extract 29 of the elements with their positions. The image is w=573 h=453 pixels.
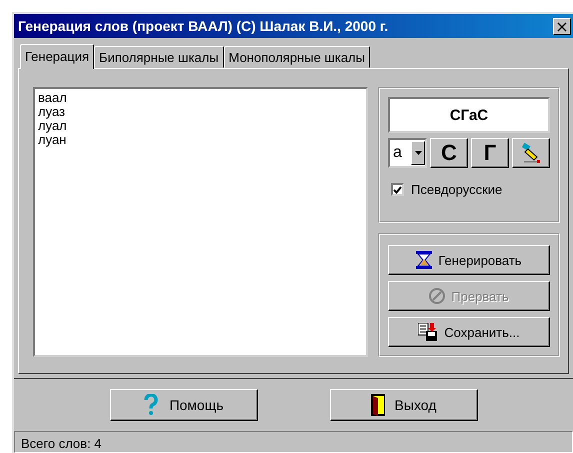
action-button[interactable]: Генерировать (388, 245, 550, 275)
status-bar: Всего слов: 4 (14, 431, 573, 453)
list-item[interactable]: луан (38, 133, 363, 147)
letter-dropdown[interactable]: а (388, 138, 427, 168)
list-item[interactable]: луал (38, 119, 363, 133)
checkbox-label: Псевдорусские (411, 182, 502, 197)
action-button[interactable]: Сохранить... (388, 317, 550, 347)
stop-icon (429, 288, 446, 304)
door-icon (370, 394, 385, 416)
hourglass-icon (416, 251, 432, 269)
help-icon (143, 394, 160, 416)
word-list[interactable]: ваал луаз луал луан (33, 87, 368, 357)
close-button[interactable]: × (553, 18, 571, 34)
dropdown-arrow-icon (414, 151, 422, 155)
save-icon (418, 323, 438, 341)
tab[interactable]: Монополярные шкалы (224, 46, 370, 68)
pattern-field[interactable]: СГаС (388, 97, 550, 133)
list-item[interactable]: луаз (38, 105, 363, 119)
check-icon (393, 186, 402, 194)
tab[interactable]: Биполярные шкалы (94, 46, 224, 68)
window-title: Генерация слов (проект ВААЛ) (С) Шалак В.И., 2000 г. (18, 18, 388, 34)
letter-button[interactable]: С (430, 138, 468, 168)
list-item[interactable]: ваал (38, 91, 363, 105)
edit-button[interactable] (512, 138, 550, 168)
tab[interactable]: Генерация (20, 44, 94, 69)
dialog-button[interactable]: Помощь (110, 389, 258, 421)
dialog-button[interactable]: Выход (330, 389, 478, 421)
checkbox[interactable] (391, 183, 404, 196)
letter-button[interactable]: Г (471, 138, 509, 168)
